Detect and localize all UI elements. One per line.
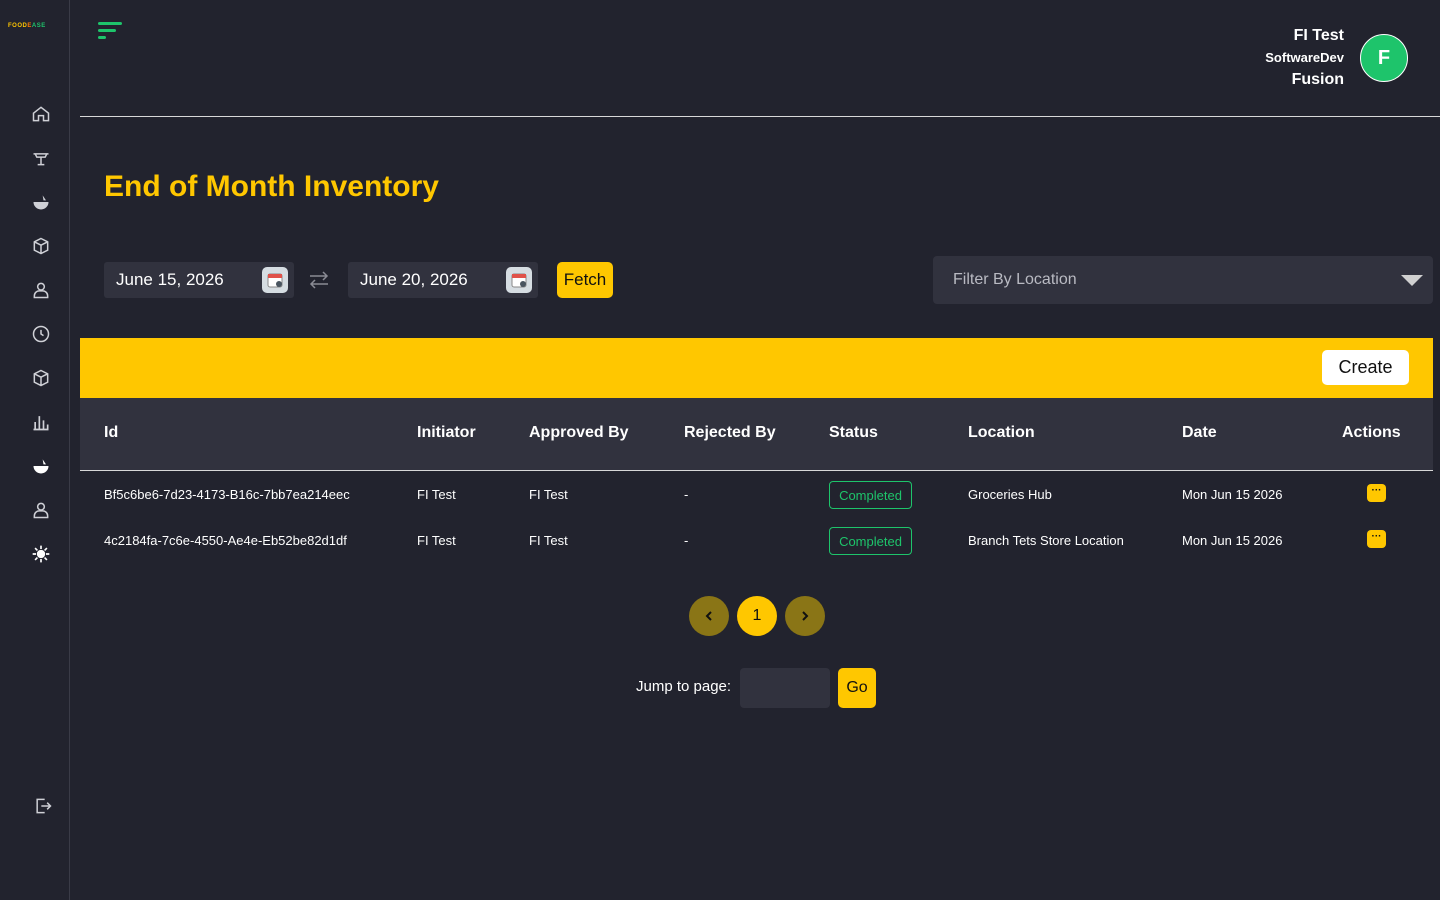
previous-page-button[interactable] bbox=[689, 596, 729, 636]
page-number-button[interactable]: 1 bbox=[737, 596, 777, 636]
menu-line-icon bbox=[98, 22, 122, 25]
page-title: End of Month Inventory bbox=[104, 170, 439, 203]
food-bowl-icon bbox=[33, 195, 49, 210]
end-date-input[interactable]: June 20, 2026 bbox=[348, 262, 538, 298]
location-filter-select[interactable]: Filter By Location bbox=[933, 256, 1433, 304]
user-icon bbox=[33, 282, 49, 299]
table-row[interactable]: Bf5c6be6-7d23-4173-B16c-7bb7ea214eec FI … bbox=[80, 472, 1433, 518]
column-header-location: Location bbox=[968, 424, 1035, 441]
calendar-icon[interactable] bbox=[506, 267, 532, 293]
fruit-icon bbox=[33, 459, 49, 474]
package-icon bbox=[33, 369, 49, 387]
user-name: FI Test bbox=[1293, 27, 1344, 44]
column-header-id: Id bbox=[104, 424, 119, 441]
location-filter-placeholder: Filter By Location bbox=[953, 271, 1077, 288]
cell-id: 4c2184fa-7c6e-4550-Ae4e-Eb52be82d1df bbox=[104, 533, 347, 548]
start-date-input[interactable]: June 15, 2026 bbox=[104, 262, 294, 298]
column-header-actions: Actions bbox=[1342, 424, 1401, 441]
go-button[interactable]: Go bbox=[838, 668, 876, 708]
menu-toggle-button[interactable] bbox=[98, 22, 124, 42]
chevron-down-icon bbox=[1401, 275, 1423, 286]
user-org: Fusion bbox=[1291, 71, 1344, 88]
chevron-right-icon bbox=[802, 611, 809, 621]
logout-icon bbox=[36, 798, 52, 814]
sidebar-item-menu[interactable] bbox=[28, 189, 54, 215]
next-page-button[interactable] bbox=[785, 596, 825, 636]
dining-table-icon bbox=[33, 153, 49, 166]
home-icon bbox=[32, 106, 50, 122]
column-header-status: Status bbox=[829, 424, 878, 441]
clock-icon bbox=[32, 325, 50, 343]
sidebar-item-tables[interactable] bbox=[28, 145, 54, 171]
jump-to-page-input[interactable] bbox=[740, 668, 830, 708]
cell-id: Bf5c6be6-7d23-4173-B16c-7bb7ea214eec bbox=[104, 487, 350, 502]
sidebar: FOODEASE bbox=[0, 0, 70, 900]
column-header-rejected-by: Rejected By bbox=[684, 424, 776, 441]
sidebar-item-products[interactable] bbox=[28, 453, 54, 479]
menu-line-icon bbox=[98, 36, 106, 39]
user-info: FI Test SoftwareDev Fusion bbox=[1265, 25, 1344, 91]
sidebar-item-inventory[interactable] bbox=[28, 233, 54, 259]
jump-to-page-label: Jump to page: bbox=[636, 678, 732, 695]
avatar[interactable]: F bbox=[1360, 34, 1408, 82]
cell-approved-by: FI Test bbox=[529, 533, 568, 548]
sidebar-item-reports[interactable] bbox=[28, 409, 54, 435]
logo-text-part3: ASE bbox=[31, 23, 46, 29]
column-header-date: Date bbox=[1182, 424, 1217, 441]
cell-rejected-by: - bbox=[684, 533, 689, 548]
cell-date: Mon Jun 15 2026 bbox=[1182, 487, 1283, 502]
sidebar-item-customers[interactable] bbox=[28, 497, 54, 523]
cell-initiator: FI Test bbox=[417, 487, 456, 502]
table-header: Id Initiator Approved By Rejected By Sta… bbox=[80, 398, 1433, 471]
cell-initiator: FI Test bbox=[417, 533, 456, 548]
column-header-approved-by: Approved By bbox=[529, 424, 629, 441]
brand-logo[interactable]: FOODEASE bbox=[8, 23, 46, 29]
cell-date: Mon Jun 15 2026 bbox=[1182, 533, 1283, 548]
gear-icon bbox=[32, 545, 50, 563]
sidebar-item-staff[interactable] bbox=[28, 277, 54, 303]
menu-line-icon bbox=[98, 29, 116, 32]
column-header-initiator: Initiator bbox=[417, 424, 476, 441]
cell-approved-by: FI Test bbox=[529, 487, 568, 502]
bar-chart-icon bbox=[33, 416, 49, 431]
end-date-value: June 20, 2026 bbox=[360, 270, 468, 289]
row-actions-button[interactable]: ··· bbox=[1367, 530, 1386, 548]
box-icon bbox=[33, 237, 49, 255]
sidebar-item-settings[interactable] bbox=[28, 541, 54, 567]
sidebar-item-home[interactable] bbox=[28, 101, 54, 127]
logo-text-part1: FOOD bbox=[8, 23, 28, 29]
create-button[interactable]: Create bbox=[1322, 350, 1409, 385]
chevron-left-icon bbox=[705, 611, 712, 621]
header-divider bbox=[80, 116, 1440, 117]
status-badge: Completed bbox=[829, 481, 912, 509]
calendar-icon[interactable] bbox=[262, 267, 288, 293]
user-company: SoftwareDev bbox=[1265, 50, 1344, 65]
cell-location: Branch Tets Store Location bbox=[968, 533, 1124, 548]
row-actions-button[interactable]: ··· bbox=[1367, 484, 1386, 502]
table-row[interactable]: 4c2184fa-7c6e-4550-Ae4e-Eb52be82d1df FI … bbox=[80, 518, 1433, 564]
user-icon bbox=[33, 502, 49, 519]
swap-arrows-icon bbox=[309, 271, 329, 289]
more-dots-icon: ··· bbox=[1371, 531, 1382, 542]
table-toolbar: Create bbox=[80, 338, 1433, 398]
logout-button[interactable] bbox=[30, 793, 56, 819]
more-dots-icon: ··· bbox=[1371, 485, 1382, 496]
sidebar-item-history[interactable] bbox=[28, 321, 54, 347]
cell-location: Groceries Hub bbox=[968, 487, 1052, 502]
fetch-button[interactable]: Fetch bbox=[557, 262, 613, 298]
status-badge: Completed bbox=[829, 527, 912, 555]
start-date-value: June 15, 2026 bbox=[116, 270, 224, 289]
sidebar-item-packages[interactable] bbox=[28, 365, 54, 391]
cell-rejected-by: - bbox=[684, 487, 689, 502]
